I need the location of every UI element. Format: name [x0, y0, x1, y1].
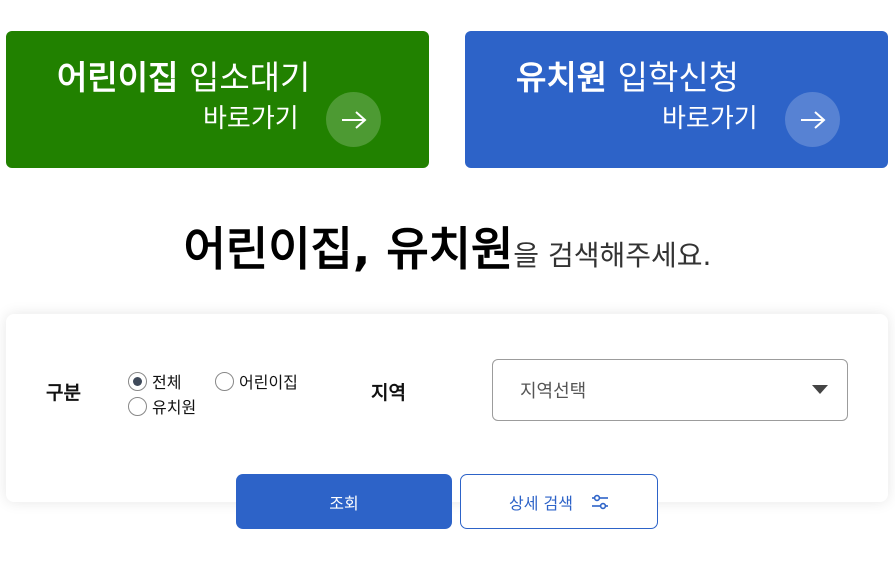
- sliders-icon: [591, 494, 608, 509]
- page: 어린이집 입소대기 바로가기 유치원 입학신청 바로가기 어린이집, 유치원을 …: [0, 0, 895, 588]
- region-label: 지역: [371, 382, 406, 404]
- kindergarten-admission-banner[interactable]: 유치원 입학신청 바로가기: [465, 31, 888, 168]
- radio-daycare-label: 어린이집: [239, 373, 298, 392]
- radio-all[interactable]: 전체: [128, 369, 181, 393]
- search-button-label: 조회: [329, 493, 359, 513]
- caret-down-icon: [812, 385, 828, 394]
- kindergarten-banner-title-bold: 유치원: [516, 58, 608, 97]
- daycare-banner-arrow-button[interactable]: [326, 92, 381, 147]
- kindergarten-banner-shortcut-label: 바로가기: [662, 104, 758, 134]
- detail-search-button[interactable]: 상세 검색: [460, 474, 658, 529]
- radio-all-indicator: [128, 371, 147, 391]
- headline-rest: 을 검색해주세요.: [513, 239, 712, 272]
- radio-daycare[interactable]: 어린이집: [215, 369, 298, 393]
- daycare-banner-title-bold: 어린이집: [57, 58, 179, 97]
- kindergarten-banner-title: 유치원 입학신청: [516, 58, 739, 98]
- radio-kindergarten[interactable]: 유치원: [128, 394, 196, 418]
- daycare-banner-shortcut-label: 바로가기: [203, 104, 299, 134]
- arrow-right-icon: [341, 110, 367, 129]
- kindergarten-banner-arrow-button[interactable]: [785, 92, 840, 147]
- daycare-waitlist-banner[interactable]: 어린이집 입소대기 바로가기: [6, 31, 429, 168]
- search-headline: 어린이집, 유치원을 검색해주세요.: [0, 213, 895, 279]
- detail-search-button-label: 상세 검색: [509, 493, 573, 513]
- radio-kindergarten-indicator: [128, 396, 147, 416]
- category-label: 구분: [46, 382, 81, 404]
- arrow-right-icon: [800, 110, 826, 129]
- radio-kindergarten-label: 유치원: [152, 398, 197, 417]
- region-select-value: 지역선택: [520, 381, 587, 402]
- radio-all-label: 전체: [152, 373, 182, 392]
- daycare-banner-title-light: 입소대기: [188, 58, 311, 97]
- search-button[interactable]: 조회: [236, 474, 452, 529]
- headline-strong: 어린이집, 유치원: [183, 222, 514, 276]
- radio-daycare-indicator: [215, 371, 234, 391]
- kindergarten-banner-title-light: 입학신청: [617, 58, 740, 97]
- daycare-banner-title: 어린이집 입소대기: [57, 58, 310, 98]
- region-select[interactable]: 지역선택: [492, 359, 848, 421]
